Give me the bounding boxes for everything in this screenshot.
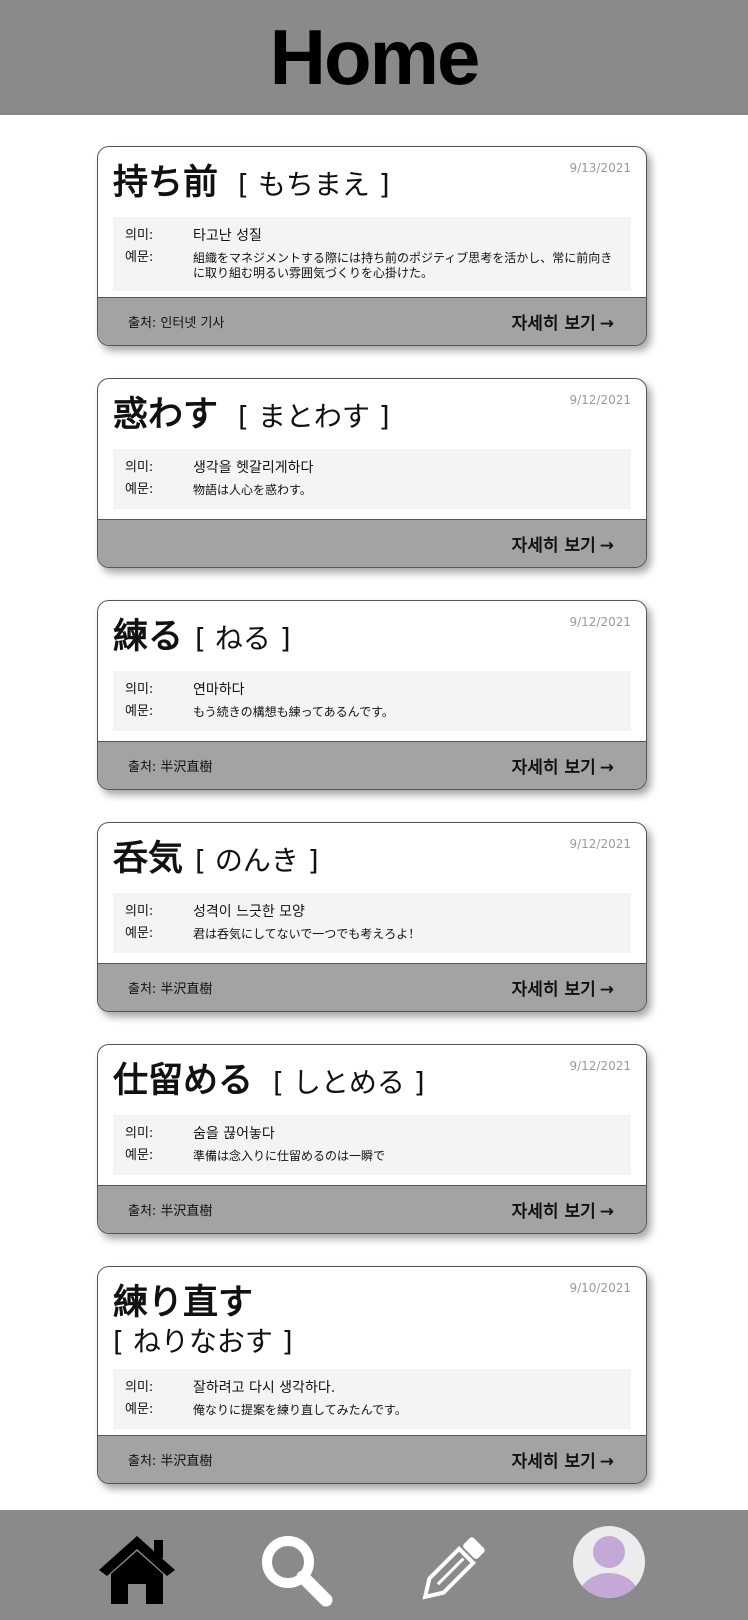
arrow-right-icon: → xyxy=(599,314,614,334)
meaning-box: 의미: 숨을 끊어놓다 예문: 準備は念入りに仕留めるのは一瞬で xyxy=(113,1115,631,1175)
card-reading: [ しとめる ] xyxy=(273,1066,425,1099)
view-more-label: 자세히 보기 xyxy=(511,536,596,556)
meaning-text: 성격이 느긋한 모양 xyxy=(193,904,305,920)
meaning-box: 의미: 생각을 헷갈리게하다 예문: 物語は人心を惑わす。 xyxy=(113,449,631,509)
card-date: 9/12/2021 xyxy=(569,1059,631,1073)
meaning-box: 의미: 성격이 느긋한 모양 예문: 君は呑気にしてないで一つでも考えろよ！ xyxy=(113,893,631,953)
header-bar: Home xyxy=(0,0,748,115)
pencil-icon[interactable] xyxy=(412,1530,492,1610)
card-footer: 출처: 半沢直樹 자세히 보기 → xyxy=(98,1435,646,1483)
search-icon[interactable] xyxy=(256,1530,336,1610)
home-icon[interactable] xyxy=(97,1530,177,1610)
view-more-button[interactable]: 자세히 보기 → xyxy=(512,975,614,1000)
card-footer: 출처: 半沢直樹 자세히 보기 → xyxy=(98,963,646,1011)
word-card[interactable]: 9/10/2021 練り直す [ ねりなおす ] 의미: 잘하려고 다시 생각하… xyxy=(97,1266,647,1484)
view-more-button[interactable]: 자세히 보기 → xyxy=(512,1197,614,1222)
card-word: 練り直す xyxy=(113,1283,254,1323)
word-card[interactable]: 9/12/2021 呑気 [ のんき ] 의미: 성격이 느긋한 모양 예문: … xyxy=(97,822,647,1012)
view-more-button[interactable]: 자세히 보기 → xyxy=(512,753,614,778)
card-source: 출처: 半沢直樹 xyxy=(128,760,213,775)
arrow-right-icon: → xyxy=(599,1202,614,1222)
card-footer: 출처: 半沢直樹 자세히 보기 → xyxy=(98,741,646,789)
example-text: 準備は念入りに仕留めるのは一瞬で xyxy=(193,1149,386,1163)
bottom-tab-bar xyxy=(0,1510,748,1620)
example-label: 예문: xyxy=(125,704,154,719)
example-text: 組織をマネジメントする際には持ち前のポジティブ思考を活かし、常に前向きに取り組む… xyxy=(193,251,613,280)
example-label: 예문: xyxy=(125,250,154,265)
view-more-button[interactable]: 자세히 보기 → xyxy=(512,309,614,334)
arrow-right-icon: → xyxy=(599,536,614,556)
card-date: 9/13/2021 xyxy=(569,161,631,175)
example-text: 君は呑気にしてないで一つでも考えろよ！ xyxy=(193,927,421,941)
card-date: 9/12/2021 xyxy=(569,393,631,407)
example-text: 物語は人心を惑わす。 xyxy=(193,483,312,497)
card-reading: [ まとわす ] xyxy=(238,400,390,433)
meaning-box: 의미: 연마하다 예문: もう続きの構想も練ってあるんです。 xyxy=(113,671,631,731)
card-reading: [ ねりなおす ] xyxy=(113,1325,293,1358)
example-label: 예문: xyxy=(125,1148,154,1163)
view-more-label: 자세히 보기 xyxy=(511,1202,596,1222)
arrow-right-icon: → xyxy=(599,980,614,1000)
example-label: 예문: xyxy=(125,482,154,497)
example-label: 예문: xyxy=(125,1402,154,1417)
word-card[interactable]: 9/13/2021 持ち前 [ もちまえ ] 의미: 타고난 성질 예문: 組織… xyxy=(97,146,647,346)
meaning-label: 의미: xyxy=(125,228,154,243)
card-source: 출처: 인터넷 기사 xyxy=(128,316,225,331)
card-reading: [ ねる ] xyxy=(195,622,291,655)
card-reading: [ のんき ] xyxy=(195,844,319,877)
card-reading: [ もちまえ ] xyxy=(238,168,390,201)
arrow-right-icon: → xyxy=(599,1452,614,1472)
view-more-label: 자세히 보기 xyxy=(511,980,596,1000)
view-more-button[interactable]: 자세히 보기 → xyxy=(512,1447,614,1472)
meaning-text: 연마하다 xyxy=(193,682,245,698)
meaning-text: 숨을 끊어놓다 xyxy=(193,1126,275,1142)
card-date: 9/12/2021 xyxy=(569,615,631,629)
card-word: 練る xyxy=(113,617,184,657)
meaning-text: 생각을 헷갈리게하다 xyxy=(193,460,314,476)
card-word: 仕留める xyxy=(113,1061,254,1101)
card-footer: 자세히 보기 → xyxy=(98,519,646,567)
word-card[interactable]: 9/12/2021 惑わす [ まとわす ] 의미: 생각을 헷갈리게하다 예문… xyxy=(97,378,647,568)
card-footer: 출처: 인터넷 기사 자세히 보기 → xyxy=(98,297,646,345)
page-title: Home xyxy=(269,13,481,101)
example-label: 예문: xyxy=(125,926,154,941)
view-more-label: 자세히 보기 xyxy=(511,1452,596,1472)
card-date: 9/12/2021 xyxy=(569,837,631,851)
meaning-label: 의미: xyxy=(125,1126,154,1141)
meaning-label: 의미: xyxy=(125,682,154,697)
card-date: 9/10/2021 xyxy=(569,1281,631,1295)
view-more-label: 자세히 보기 xyxy=(511,758,596,778)
card-word: 呑気 xyxy=(113,839,184,879)
example-text: 俺なりに提案を練り直してみたんです。 xyxy=(193,1403,407,1417)
word-feed[interactable]: 9/13/2021 持ち前 [ もちまえ ] 의미: 타고난 성질 예문: 組織… xyxy=(0,115,748,1510)
view-more-button[interactable]: 자세히 보기 → xyxy=(512,531,614,556)
meaning-text: 잘하려고 다시 생각하다. xyxy=(193,1380,336,1396)
word-card[interactable]: 9/12/2021 仕留める [ しとめる ] 의미: 숨을 끊어놓다 예문: … xyxy=(97,1044,647,1234)
card-source: 출처: 半沢直樹 xyxy=(128,1204,213,1219)
word-card[interactable]: 9/12/2021 練る [ ねる ] 의미: 연마하다 예문: もう続きの構想… xyxy=(97,600,647,790)
meaning-box: 의미: 타고난 성질 예문: 組織をマネジメントする際には持ち前のポジティブ思考… xyxy=(113,217,631,291)
card-word: 惑わす xyxy=(113,395,219,435)
card-word: 持ち前 xyxy=(113,163,219,203)
card-footer: 출처: 半沢直樹 자세히 보기 → xyxy=(98,1185,646,1233)
profile-icon[interactable] xyxy=(572,1525,646,1599)
meaning-label: 의미: xyxy=(125,1380,154,1395)
meaning-box: 의미: 잘하려고 다시 생각하다. 예문: 俺なりに提案を練り直してみたんです。 xyxy=(113,1369,631,1429)
card-source: 출처: 半沢直樹 xyxy=(128,982,213,997)
card-source: 출처: 半沢直樹 xyxy=(128,1454,213,1469)
arrow-right-icon: → xyxy=(599,758,614,778)
meaning-label: 의미: xyxy=(125,904,154,919)
view-more-label: 자세히 보기 xyxy=(511,314,596,334)
meaning-text: 타고난 성질 xyxy=(193,228,262,244)
meaning-label: 의미: xyxy=(125,460,154,475)
example-text: もう続きの構想も練ってあるんです。 xyxy=(193,705,394,719)
